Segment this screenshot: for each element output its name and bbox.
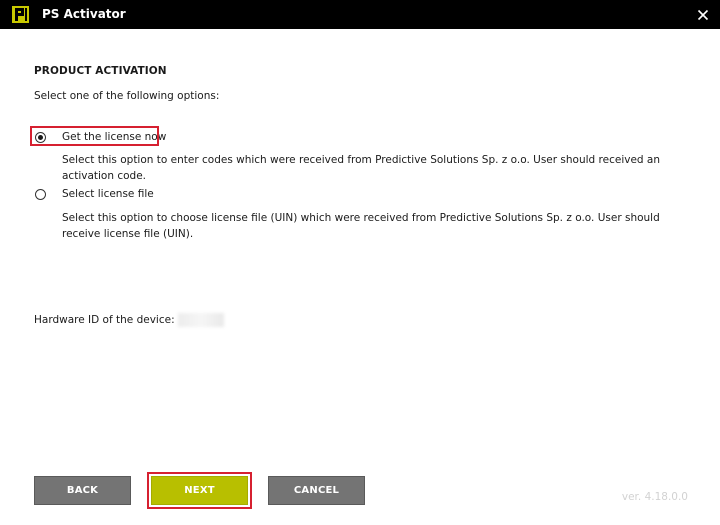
cancel-button[interactable]: CANCEL <box>268 476 365 505</box>
ps-activator-logo-icon <box>12 6 29 23</box>
get-license-highlight <box>30 126 159 146</box>
activation-panel: PRODUCT ACTIVATION Select one of the fol… <box>0 29 720 525</box>
window-title: PS Activator <box>42 7 126 21</box>
title-bar: PS Activator <box>0 0 720 29</box>
back-button[interactable]: BACK <box>34 476 131 505</box>
section-title: PRODUCT ACTIVATION <box>34 65 167 77</box>
option-get-license-description: Select this option to enter codes which … <box>62 154 661 182</box>
hardware-id-label: Hardware ID of the device: <box>34 314 175 326</box>
option-select-file-radio[interactable] <box>35 189 46 200</box>
option-select-file-label[interactable]: Select license file <box>62 188 154 200</box>
close-icon <box>697 9 709 21</box>
version-label: ver. 4.18.0.0 <box>621 491 688 503</box>
close-button[interactable] <box>692 4 714 26</box>
option-select-file-description: Select this option to choose license fil… <box>62 212 660 240</box>
hardware-id-value <box>178 313 224 327</box>
next-button[interactable]: NEXT <box>151 476 248 505</box>
instruction-text: Select one of the following options: <box>34 90 220 102</box>
